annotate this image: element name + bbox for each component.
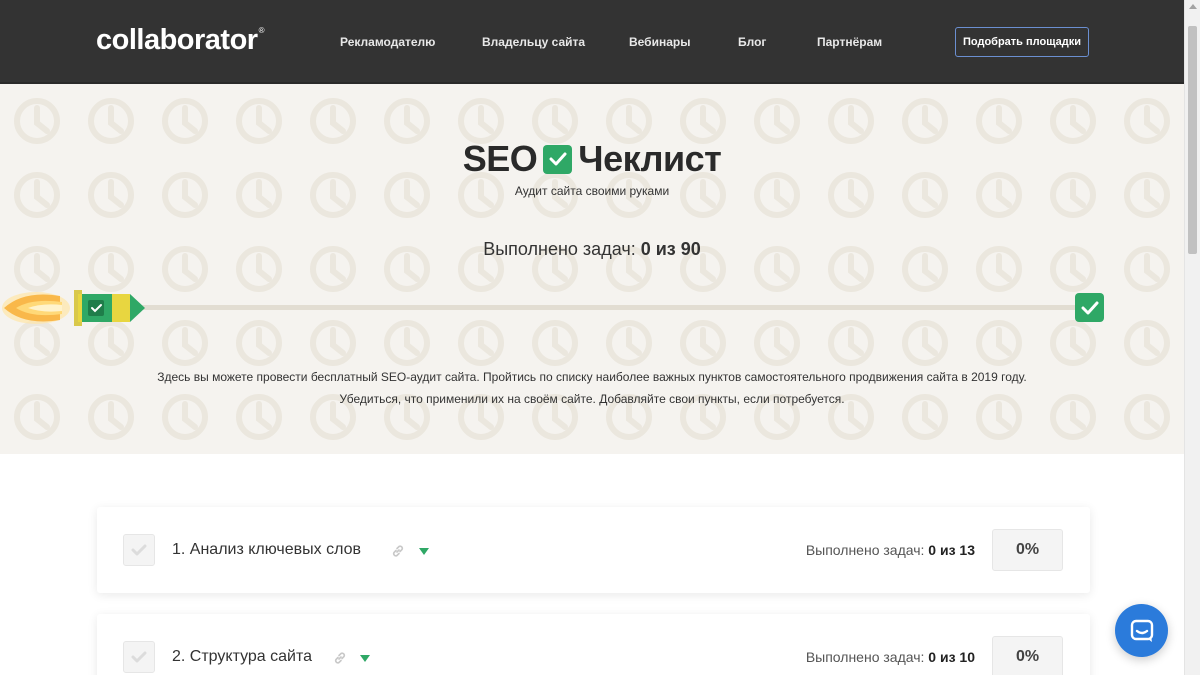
rocket-icon	[2, 290, 145, 326]
collaborator-logo[interactable]: collaborator®	[96, 24, 265, 57]
section-progress-value: 0 из 13	[928, 542, 975, 558]
checklist-section-card[interactable]: 1. Анализ ключевых слов Выполнено задач:…	[97, 507, 1090, 593]
chat-bubble-icon	[1130, 619, 1153, 642]
hero-description: Здесь вы можете провести бесплатный SEO-…	[0, 366, 1184, 410]
finish-check-icon	[1075, 293, 1104, 322]
check-icon	[543, 144, 573, 174]
find-sites-button[interactable]: Подобрать площадки	[955, 27, 1089, 57]
section-checkbox[interactable]	[123, 534, 155, 566]
section-progress: Выполнено задач: 0 из 10	[806, 649, 975, 665]
logo-registered-mark: ®	[258, 26, 265, 35]
logo-text: collaborator	[96, 24, 258, 56]
total-progress-value: 0 из 90	[640, 239, 701, 259]
section-progress: Выполнено задач: 0 из 13	[806, 542, 975, 558]
section-title[interactable]: 2. Структура сайта	[172, 648, 312, 666]
title-checklist: Чеклист	[578, 138, 722, 179]
page-scrollbar[interactable]	[1184, 0, 1200, 675]
section-checkbox[interactable]	[123, 641, 155, 673]
page-subtitle: Аудит сайта своими руками	[514, 184, 670, 198]
nav-item-advertiser[interactable]: Рекламодателю	[340, 35, 435, 49]
total-progress-label: Выполнено задач: 0 из 90	[0, 239, 1184, 260]
hero-section: SEO Чеклист Аудит сайта своими руками Вы…	[0, 84, 1184, 454]
description-line-1: Здесь вы можете провести бесплатный SEO-…	[157, 370, 1027, 384]
link-icon[interactable]	[333, 651, 347, 665]
chat-launcher-button[interactable]	[1115, 604, 1168, 657]
nav-item-partners[interactable]: Партнёрам	[817, 35, 882, 49]
nav-item-webinars[interactable]: Вебинары	[629, 35, 690, 49]
total-progress-prefix: Выполнено задач:	[483, 239, 636, 259]
link-icon[interactable]	[391, 544, 405, 558]
scrollbar-thumb[interactable]	[1188, 26, 1197, 254]
section-title[interactable]: 1. Анализ ключевых слов	[172, 541, 361, 559]
check-icon	[131, 651, 147, 663]
caret-down-icon[interactable]	[419, 548, 429, 555]
checklist-section-card[interactable]: 2. Структура сайта Выполнено задач: 0 из…	[97, 614, 1090, 675]
nav-item-blog[interactable]: Блог	[738, 35, 766, 49]
section-progress-prefix: Выполнено задач:	[805, 542, 925, 558]
caret-down-icon[interactable]	[360, 655, 370, 662]
check-icon	[131, 544, 147, 556]
title-seo: SEO	[462, 138, 538, 179]
nav-item-site-owner[interactable]: Владельцу сайта	[482, 35, 585, 49]
page-title: SEO Чеклист	[0, 138, 1184, 180]
section-progress-prefix: Выполнено задач:	[805, 649, 925, 665]
section-progress-value: 0 из 10	[928, 649, 975, 665]
section-percent-badge: 0%	[992, 529, 1063, 571]
scroll-up-arrow-icon[interactable]	[1189, 4, 1197, 9]
section-percent-badge: 0%	[992, 636, 1063, 675]
top-navigation-bar: collaborator® Рекламодателю Владельцу са…	[0, 0, 1200, 84]
description-line-2: Убедиться, что применили их на своём сай…	[339, 392, 845, 406]
progress-track	[130, 305, 1085, 310]
